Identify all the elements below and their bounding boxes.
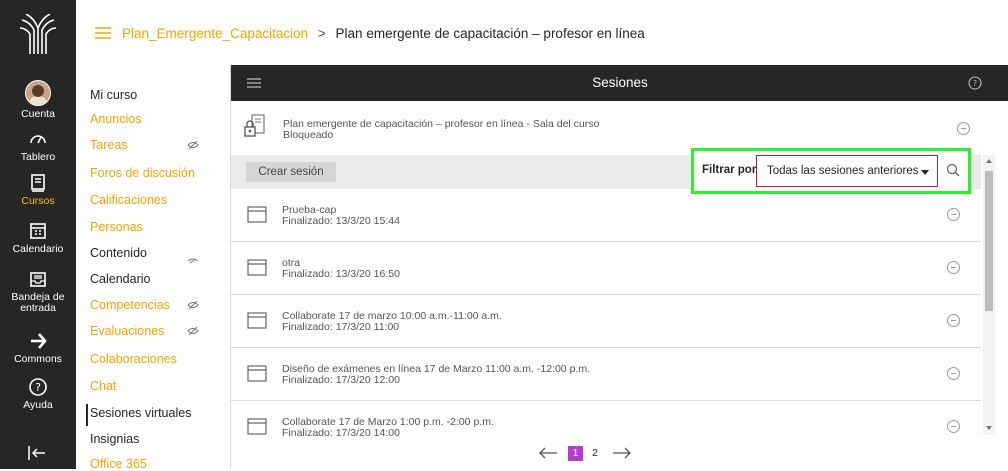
hidden-eye-icon — [187, 258, 199, 264]
next-page-icon[interactable] — [611, 445, 633, 461]
hidden-eye-icon — [187, 140, 199, 150]
session-row[interactable]: Collaborate 17 de marzo 10:00 a.m.-11:00… — [231, 295, 981, 348]
course-menu-item-competencies[interactable]: Competencias — [90, 298, 170, 312]
courses-icon — [31, 174, 45, 192]
chevron-down-icon — [921, 170, 929, 175]
avatar — [25, 80, 51, 106]
global-nav: Cuenta Tablero Cursos Calendario Bandeja… — [0, 0, 76, 469]
course-menu-item-grades[interactable]: Calificaciones — [90, 193, 167, 207]
course-room-more-options-icon[interactable] — [957, 122, 970, 135]
scrollbar-thumb[interactable] — [985, 171, 993, 311]
page-2-button[interactable]: 2 — [589, 446, 601, 461]
breadcrumb-current-page: Plan emergente de capacitación – profeso… — [335, 26, 645, 41]
session-calendar-icon — [247, 365, 267, 382]
breadcrumb: Plan_Emergente_Capacitacion > Plan emerg… — [122, 26, 645, 41]
course-menu-item-my-course[interactable]: Mi curso — [90, 88, 137, 102]
session-row[interactable]: Prueba-cap Finalizado: 13/3/20 15:44 — [231, 189, 981, 242]
institution-logo-icon[interactable] — [20, 14, 56, 54]
course-menu-item-chat[interactable]: Chat — [90, 379, 116, 393]
session-more-options-icon[interactable] — [947, 420, 960, 433]
session-calendar-icon — [247, 418, 267, 435]
scroll-up-icon[interactable] — [986, 159, 992, 163]
nav-label-inbox: Bandeja de entrada — [11, 291, 65, 314]
sessions-scrollbar[interactable] — [983, 155, 995, 435]
calendar-icon — [30, 223, 46, 239]
nav-label-calendar: Calendario — [12, 243, 64, 255]
course-menu-item-evaluations[interactable]: Evaluaciones — [90, 324, 164, 338]
pagination: 1 2 — [531, 443, 671, 465]
nav-item-dashboard[interactable]: Tablero — [0, 128, 76, 163]
create-session-button[interactable]: Crear sesión — [246, 162, 336, 182]
session-more-options-icon[interactable] — [947, 261, 960, 274]
course-menu-item-people[interactable]: Personas — [90, 220, 143, 234]
breadcrumb-separator: > — [317, 26, 326, 41]
course-menu: Mi curso Anuncios Tareas Foros de discus… — [76, 65, 230, 471]
dashboard-icon — [30, 135, 46, 144]
session-row[interactable]: otra Finalizado: 13/3/20 16:50 — [231, 242, 981, 295]
course-menu-item-virtual-sessions[interactable]: Sesiones virtuales — [90, 406, 191, 420]
session-row[interactable]: Diseño de exámenes en línea 17 de Marzo … — [231, 348, 981, 401]
breadcrumb-course-link[interactable]: Plan_Emergente_Capacitacion — [122, 26, 308, 41]
active-item-indicator — [86, 404, 88, 426]
svg-text:?: ? — [35, 381, 41, 394]
nav-item-inbox[interactable]: Bandeja de entrada — [0, 268, 76, 314]
nav-item-account[interactable]: Cuenta — [0, 80, 76, 120]
collapse-nav-icon[interactable] — [26, 444, 48, 462]
session-status: Finalizado: 13/3/20 15:44 — [282, 215, 400, 227]
panel-help-icon[interactable]: ? — [967, 75, 983, 91]
page-1-button[interactable]: 1 — [568, 446, 583, 461]
search-icon[interactable] — [946, 163, 960, 177]
session-status: Finalizado: 17/3/20 14:00 — [282, 427, 400, 439]
nav-item-courses[interactable]: Cursos — [0, 172, 76, 207]
svg-text:?: ? — [973, 79, 977, 88]
nav-label-courses: Cursos — [21, 195, 55, 207]
course-room-locked-icon — [244, 114, 265, 137]
course-menu-item-badges[interactable]: Insignias — [90, 432, 139, 446]
course-menu-item-content[interactable]: Contenido — [90, 246, 147, 260]
hamburger-menu-icon[interactable] — [95, 27, 111, 39]
scroll-down-icon[interactable] — [986, 426, 992, 430]
session-row[interactable]: Collaborate 17 de Marzo 1:00 p.m. -2:00 … — [231, 401, 981, 439]
nav-label-account: Cuenta — [21, 108, 55, 120]
filter-label: Filtrar por — [702, 164, 757, 176]
course-menu-item-collaborations[interactable]: Colaboraciones — [90, 352, 177, 366]
sessions-toolbar: Crear sesión Filtrar por Todas las sesio… — [231, 148, 981, 194]
panel-header: Sesiones ? — [231, 65, 1008, 101]
nav-label-dashboard: Tablero — [20, 151, 56, 163]
inbox-icon — [30, 272, 46, 287]
course-menu-item-announcements[interactable]: Anuncios — [90, 112, 141, 126]
filter-highlight: Filtrar por Todas las sesiones anteriore… — [691, 148, 971, 194]
session-more-options-icon[interactable] — [947, 208, 960, 221]
session-status: Finalizado: 17/3/20 11:00 — [282, 321, 400, 333]
session-more-options-icon[interactable] — [947, 367, 960, 380]
panel-title: Sesiones — [592, 75, 648, 90]
commons-icon — [31, 333, 47, 349]
sessions-panel: Sesiones ? Plan emergente de capacitació… — [230, 65, 1008, 469]
nav-label-help: Ayuda — [23, 399, 53, 411]
previous-page-icon[interactable] — [537, 445, 559, 461]
session-more-options-icon[interactable] — [947, 314, 960, 327]
nav-item-help[interactable]: ? Ayuda — [0, 376, 76, 411]
course-menu-item-assignments[interactable]: Tareas — [90, 138, 128, 152]
nav-item-calendar[interactable]: Calendario — [0, 220, 76, 255]
session-status: Finalizado: 13/3/20 16:50 — [282, 268, 400, 280]
nav-item-commons[interactable]: Commons — [0, 330, 76, 365]
help-icon: ? — [29, 378, 47, 396]
filter-select[interactable]: Todas las sesiones anteriores — [756, 155, 938, 187]
filter-selected-value: Todas las sesiones anteriores — [767, 165, 919, 177]
hidden-eye-icon — [187, 300, 199, 310]
nav-label-commons: Commons — [14, 353, 62, 365]
session-calendar-icon — [247, 206, 267, 223]
top-header: Plan_Emergente_Capacitacion > Plan emerg… — [76, 0, 1008, 65]
hidden-eye-icon — [187, 326, 199, 336]
session-status: Finalizado: 17/3/20 12:00 — [282, 374, 400, 386]
course-room-status: Bloqueado — [283, 129, 334, 141]
course-menu-item-forums[interactable]: Foros de discusión — [90, 166, 195, 180]
session-calendar-icon — [247, 312, 267, 329]
course-menu-item-calendar[interactable]: Calendario — [90, 272, 150, 286]
session-calendar-icon — [247, 259, 267, 276]
